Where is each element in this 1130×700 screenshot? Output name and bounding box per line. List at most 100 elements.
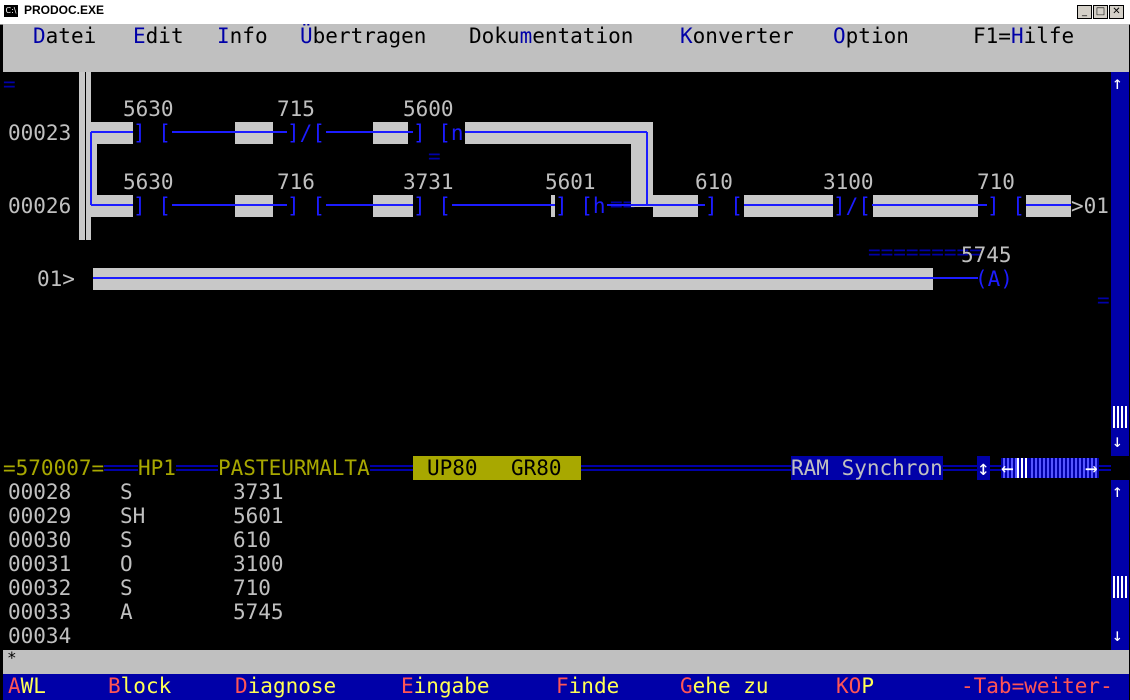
function-key-label: -Tab=weiter-	[961, 674, 1113, 698]
function-key-pre: K	[836, 674, 849, 698]
contact-symbol[interactable]: ] [n	[413, 121, 464, 145]
command-line[interactable]: *	[3, 648, 1129, 674]
menu-item[interactable]: F1=Hilfe	[973, 24, 1074, 48]
function-key[interactable]: KOP	[836, 674, 874, 698]
up-label: UP80	[427, 456, 478, 480]
menu-item[interactable]: Dokumentation	[469, 24, 633, 48]
scroll-down-arrow[interactable]: ↓	[1112, 432, 1123, 452]
contact-symbol[interactable]: ] [h	[555, 194, 606, 218]
contact-address: 3731	[403, 170, 454, 194]
function-key-label: P	[861, 674, 874, 698]
instruction-list[interactable]: 00028 S 3731 00029 SH 5601 00030 S 610 00031 O 3100…	[3, 480, 1111, 650]
instruction-address: 5601	[233, 504, 284, 528]
menu-item[interactable]: Edit	[133, 24, 184, 48]
scroll-up-arrow[interactable]: ↑	[1112, 482, 1123, 502]
contact-symbol[interactable]: ]/[	[287, 121, 325, 145]
menu-item[interactable]: Übertragen	[300, 24, 426, 48]
function-key-hotkey: B	[108, 674, 121, 698]
window-title-bar[interactable]: C:\ PRODOC.EXE _ □ ✕	[0, 0, 1130, 25]
function-key[interactable]: Gehe zu	[680, 674, 769, 698]
scroll-thumb[interactable]	[1113, 576, 1127, 598]
menu-text: F1=	[973, 24, 1011, 48]
scroll-left-arrow[interactable]: ←	[1001, 456, 1014, 480]
function-key[interactable]: Diagnose	[235, 674, 336, 698]
scroll-down-arrow[interactable]: ↓	[1112, 626, 1123, 646]
branch-segment	[631, 122, 653, 207]
instruction-address: 610	[233, 528, 271, 552]
program-number: =570007=	[3, 456, 105, 480]
contact-symbol[interactable]: ] [	[705, 194, 743, 218]
contact-symbol[interactable]: ] [	[287, 194, 325, 218]
line-number: 00031	[8, 552, 72, 576]
menu-item[interactable]: Option	[833, 24, 909, 48]
instruction-op: A	[120, 600, 133, 624]
menu-text: Doku	[469, 24, 520, 48]
gr-label: GR80	[511, 456, 562, 480]
function-key-hotkey: E	[401, 674, 414, 698]
instruction-op: SH	[120, 504, 146, 528]
contact-address: 610	[695, 170, 733, 194]
menu-text: nfo	[229, 24, 268, 48]
instruction-op: S	[120, 480, 133, 504]
function-key[interactable]: -Tab=weiter-	[961, 674, 1113, 698]
function-key[interactable]: AWL	[8, 674, 46, 698]
menu-hotkey: E	[133, 24, 146, 48]
instruction-row[interactable]: 00034	[8, 624, 1108, 648]
hp-label: HP1	[138, 456, 176, 480]
menu-hotkey: I	[217, 24, 230, 48]
menu-hotkey: O	[833, 24, 846, 48]
console-area: Datei Edit Info Übertragen Dokumentation Konv…	[3, 24, 1129, 700]
menu-item[interactable]: Datei	[33, 24, 96, 48]
contact-symbol[interactable]: ] [	[133, 194, 171, 218]
menu-hotkey: m	[519, 24, 533, 48]
hscroll-thumb[interactable]	[1017, 458, 1029, 478]
function-key[interactable]: Block	[108, 674, 171, 698]
output-coil[interactable]: (A)	[975, 267, 1013, 291]
ladder-scrollbar[interactable]: ↑ ↓	[1111, 72, 1129, 456]
menu-text: bertragen	[312, 24, 427, 48]
maximize-button[interactable]: □	[1093, 5, 1108, 19]
menu-text: ilfe	[1023, 24, 1075, 48]
function-key-label: inde	[568, 674, 620, 698]
function-key[interactable]: Eingabe	[401, 674, 490, 698]
scroll-right-arrow[interactable]: →	[1085, 456, 1098, 480]
instruction-row[interactable]: 00030 S 610	[8, 528, 1108, 552]
ram-sync-status: RAM Synchron	[791, 456, 943, 480]
ladder-diagram[interactable]: 00023 00026 5630] [715]/[5600] [n 5630] [71…	[3, 72, 1111, 456]
instruction-row[interactable]: 00028 S 3731	[8, 480, 1108, 504]
rung-number: 00026	[8, 194, 71, 218]
menu-item[interactable]: Konverter	[680, 24, 794, 48]
close-button[interactable]: ✕	[1109, 5, 1124, 19]
contact-symbol[interactable]: ]/[	[833, 194, 871, 218]
contact-symbol[interactable]: ] [	[413, 194, 451, 218]
instruction-address: 3100	[233, 552, 284, 576]
menu-bar: Datei Edit Info Übertragen Dokumentation Konv…	[3, 24, 1129, 48]
rung-number: 00023	[8, 121, 71, 145]
program-info-bar: =570007= HP1 PASTEURMALTA UP80 GR80 RAM …	[3, 456, 1113, 480]
instruction-row[interactable]: 00031 O 3100	[8, 552, 1108, 576]
line-number: 00034	[8, 624, 72, 648]
instruction-row[interactable]: 00033 A 5745	[8, 600, 1108, 624]
instruction-row[interactable]: 00029 SH 5601	[8, 504, 1108, 528]
function-key[interactable]: Finde	[556, 674, 619, 698]
contact-symbol[interactable]: ] [	[133, 121, 171, 145]
menu-text: entation	[532, 24, 634, 48]
instruction-op: S	[120, 576, 133, 600]
scroll-up-arrow[interactable]: ↑	[1112, 74, 1123, 94]
scroll-thumb[interactable]	[1113, 406, 1127, 428]
function-key-label: WL	[20, 674, 46, 698]
window-title: PRODOC.EXE	[24, 3, 105, 17]
function-key-label: ingabe	[413, 674, 490, 698]
instruction-row[interactable]: 00032 S 710	[8, 576, 1108, 600]
menu-text: onverter	[692, 24, 794, 48]
minimize-button[interactable]: _	[1077, 5, 1092, 19]
instruction-op: S	[120, 528, 133, 552]
connector-in: 01>	[37, 267, 75, 291]
function-key-hotkey: O	[848, 674, 862, 698]
instruction-scrollbar[interactable]: ↑ ↓	[1111, 480, 1129, 650]
line-number: 00032	[8, 576, 72, 600]
line-number: 00033	[8, 600, 72, 624]
menu-item[interactable]: Info	[217, 24, 268, 48]
contact-symbol[interactable]: ] [	[987, 194, 1025, 218]
power-rail	[79, 72, 85, 240]
